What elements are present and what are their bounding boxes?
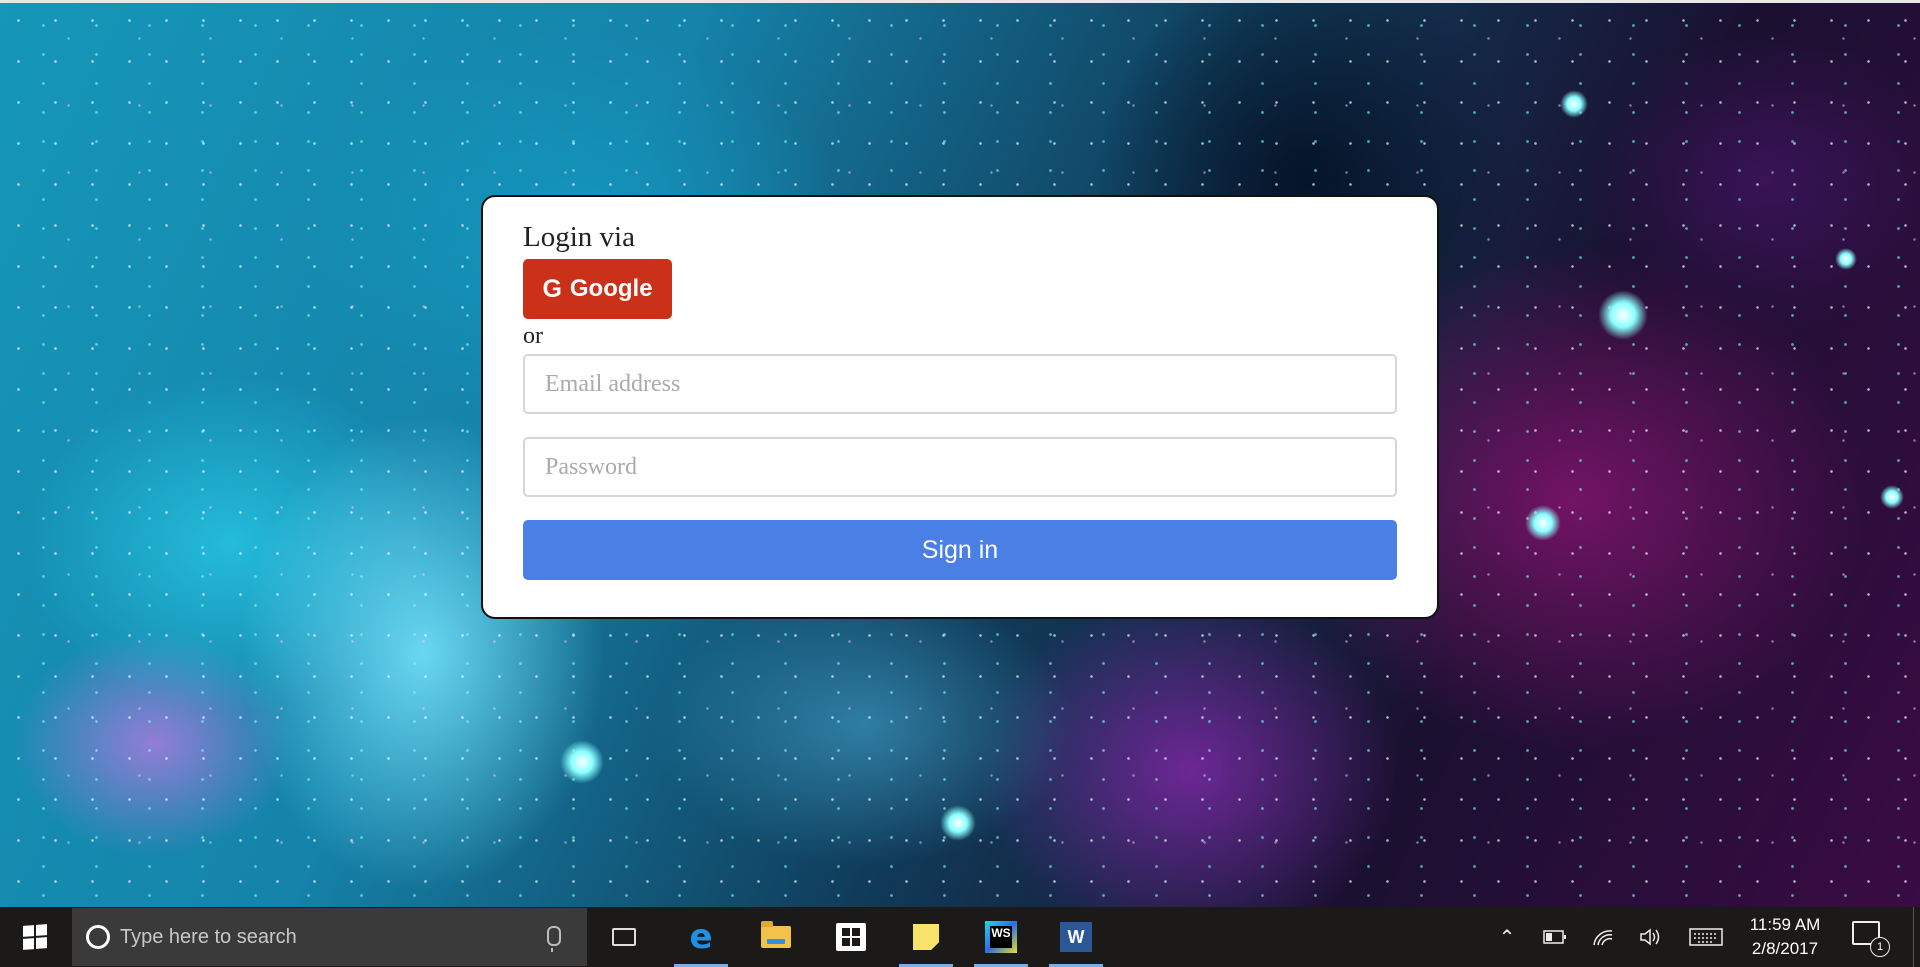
google-button-label: Google <box>569 275 653 302</box>
battery-button[interactable] <box>1540 907 1570 967</box>
task-view-button[interactable] <box>593 907 655 967</box>
wifi-icon <box>1593 930 1613 946</box>
sticky-notes-button[interactable] <box>895 907 957 967</box>
microphone-icon[interactable] <box>547 926 561 952</box>
edge-button[interactable]: e <box>670 907 732 967</box>
login-card: Login via G Google or Sign in <box>481 195 1439 619</box>
desktop-wallpaper: Login via G Google or Sign in <box>0 0 1920 907</box>
cortana-icon <box>86 925 110 949</box>
volume-button[interactable] <box>1636 907 1666 967</box>
window-top-border <box>0 0 1920 3</box>
google-login-button[interactable]: G Google <box>523 259 672 319</box>
touch-keyboard-button[interactable] <box>1686 907 1726 967</box>
webstorm-button[interactable]: WS <box>970 907 1032 967</box>
webstorm-icon: WS <box>985 921 1017 953</box>
login-heading: Login via <box>523 221 635 253</box>
store-icon <box>836 923 866 951</box>
start-button[interactable] <box>0 907 70 967</box>
edge-icon: e <box>689 917 713 957</box>
star-glow <box>1525 505 1561 541</box>
star-glow <box>560 740 604 784</box>
file-explorer-button[interactable] <box>745 907 807 967</box>
folder-icon <box>761 921 791 948</box>
word-icon: W <box>1060 922 1092 952</box>
speaker-icon <box>1640 928 1660 946</box>
show-hidden-icons-button[interactable]: ⌃ <box>1494 907 1520 967</box>
sticky-notes-icon <box>913 924 939 950</box>
system-clock[interactable]: 11:59 AM 2/8/2017 <box>1730 913 1840 961</box>
taskbar: Type here to search e WS W ⌃ 11:59 AM 2/… <box>0 907 1920 967</box>
sign-in-button[interactable]: Sign in <box>523 520 1397 580</box>
search-placeholder: Type here to search <box>120 925 297 948</box>
task-view-icon <box>612 928 636 946</box>
or-separator: or <box>523 323 543 349</box>
star-glow <box>940 805 976 841</box>
chevron-up-icon: ⌃ <box>1498 926 1516 949</box>
windows-icon <box>23 924 47 950</box>
clock-time: 11:59 AM <box>1749 915 1821 934</box>
password-field[interactable] <box>523 437 1397 497</box>
word-button[interactable]: W <box>1045 907 1107 967</box>
notification-count-badge: 1 <box>1870 937 1890 957</box>
store-button[interactable] <box>820 907 882 967</box>
star-glow <box>1835 248 1857 270</box>
keyboard-icon <box>1689 928 1723 946</box>
star-glow <box>1560 90 1588 118</box>
clock-date: 2/8/2017 <box>1751 939 1819 958</box>
google-icon: G <box>542 274 562 303</box>
taskbar-search[interactable]: Type here to search <box>72 908 587 966</box>
battery-icon <box>1543 930 1566 944</box>
show-desktop-button[interactable] <box>1913 907 1920 967</box>
email-field[interactable] <box>523 354 1397 414</box>
star-glow <box>1598 290 1648 340</box>
star-glow <box>1880 485 1904 509</box>
network-button[interactable] <box>1588 907 1618 967</box>
